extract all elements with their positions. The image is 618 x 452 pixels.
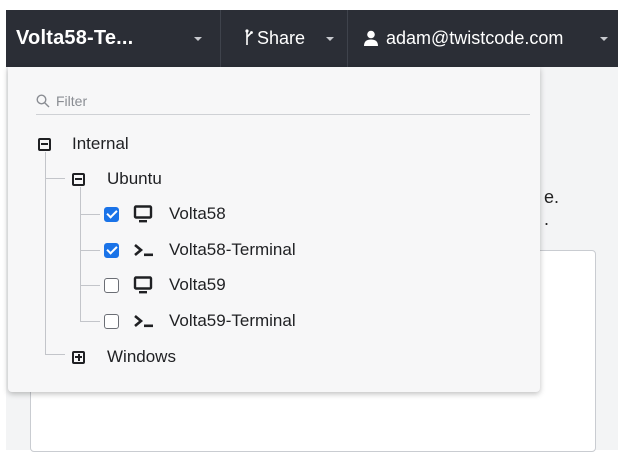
tree-group-ubuntu[interactable]: Ubuntu <box>72 167 162 191</box>
collapse-icon[interactable] <box>72 172 85 186</box>
filter-input[interactable] <box>56 92 496 109</box>
filter-field[interactable] <box>36 87 530 115</box>
chevron-down-icon <box>194 37 202 41</box>
item-checkbox[interactable] <box>104 313 119 329</box>
tree-group-internal[interactable]: Internal <box>38 132 129 156</box>
connection-menu[interactable]: Volta58-Te... <box>6 10 220 67</box>
user-menu[interactable]: adam@twistcode.com <box>348 10 618 67</box>
item-label: Volta59-Terminal <box>169 311 296 330</box>
user-icon <box>364 30 378 46</box>
background-text-line-1: e. <box>544 187 560 207</box>
tree-line <box>80 250 100 251</box>
desktop-icon <box>133 205 153 223</box>
background-text-line-2: . <box>544 209 550 229</box>
tree-line <box>45 354 65 355</box>
group-label: Windows <box>107 347 176 366</box>
chevron-down-icon <box>326 37 334 41</box>
tree-group-windows[interactable]: Windows <box>72 345 176 369</box>
share-menu[interactable]: Share <box>221 10 347 67</box>
tree-line <box>80 321 100 322</box>
tree-line <box>80 285 100 286</box>
expand-icon[interactable] <box>72 350 85 364</box>
tree-line <box>45 178 65 179</box>
group-label: Ubuntu <box>107 169 162 188</box>
terminal-icon <box>134 315 153 328</box>
share-icon <box>245 29 253 45</box>
item-checkbox[interactable] <box>104 242 119 258</box>
tree-item-volta58-terminal[interactable]: Volta58-Terminal <box>104 238 296 262</box>
collapse-icon[interactable] <box>38 137 51 151</box>
item-checkbox[interactable] <box>104 277 119 293</box>
terminal-icon <box>134 244 153 257</box>
top-bar: Volta58-Te... Share adam@twistcode.com <box>6 10 618 67</box>
tree-line <box>80 187 81 321</box>
chevron-down-icon <box>600 37 608 41</box>
tree-item-volta59[interactable]: Volta59 <box>104 273 226 297</box>
tree-line <box>80 214 100 215</box>
connection-name: Volta58-Te... <box>16 27 134 49</box>
item-label: Volta58 <box>169 204 226 223</box>
share-label: Share <box>257 28 306 48</box>
search-icon <box>36 93 50 107</box>
user-email: adam@twistcode.com <box>386 28 564 48</box>
item-label: Volta58-Terminal <box>169 240 296 259</box>
desktop-icon <box>133 276 153 294</box>
item-label: Volta59 <box>169 275 226 294</box>
connection-dropdown: Internal Ubuntu Volta58 Volta58-Terminal… <box>8 67 540 392</box>
group-label: Internal <box>72 134 129 153</box>
tree-item-volta59-terminal[interactable]: Volta59-Terminal <box>104 309 296 333</box>
tree-item-volta58[interactable]: Volta58 <box>104 202 226 226</box>
tree-line <box>45 152 46 354</box>
item-checkbox[interactable] <box>104 206 119 222</box>
